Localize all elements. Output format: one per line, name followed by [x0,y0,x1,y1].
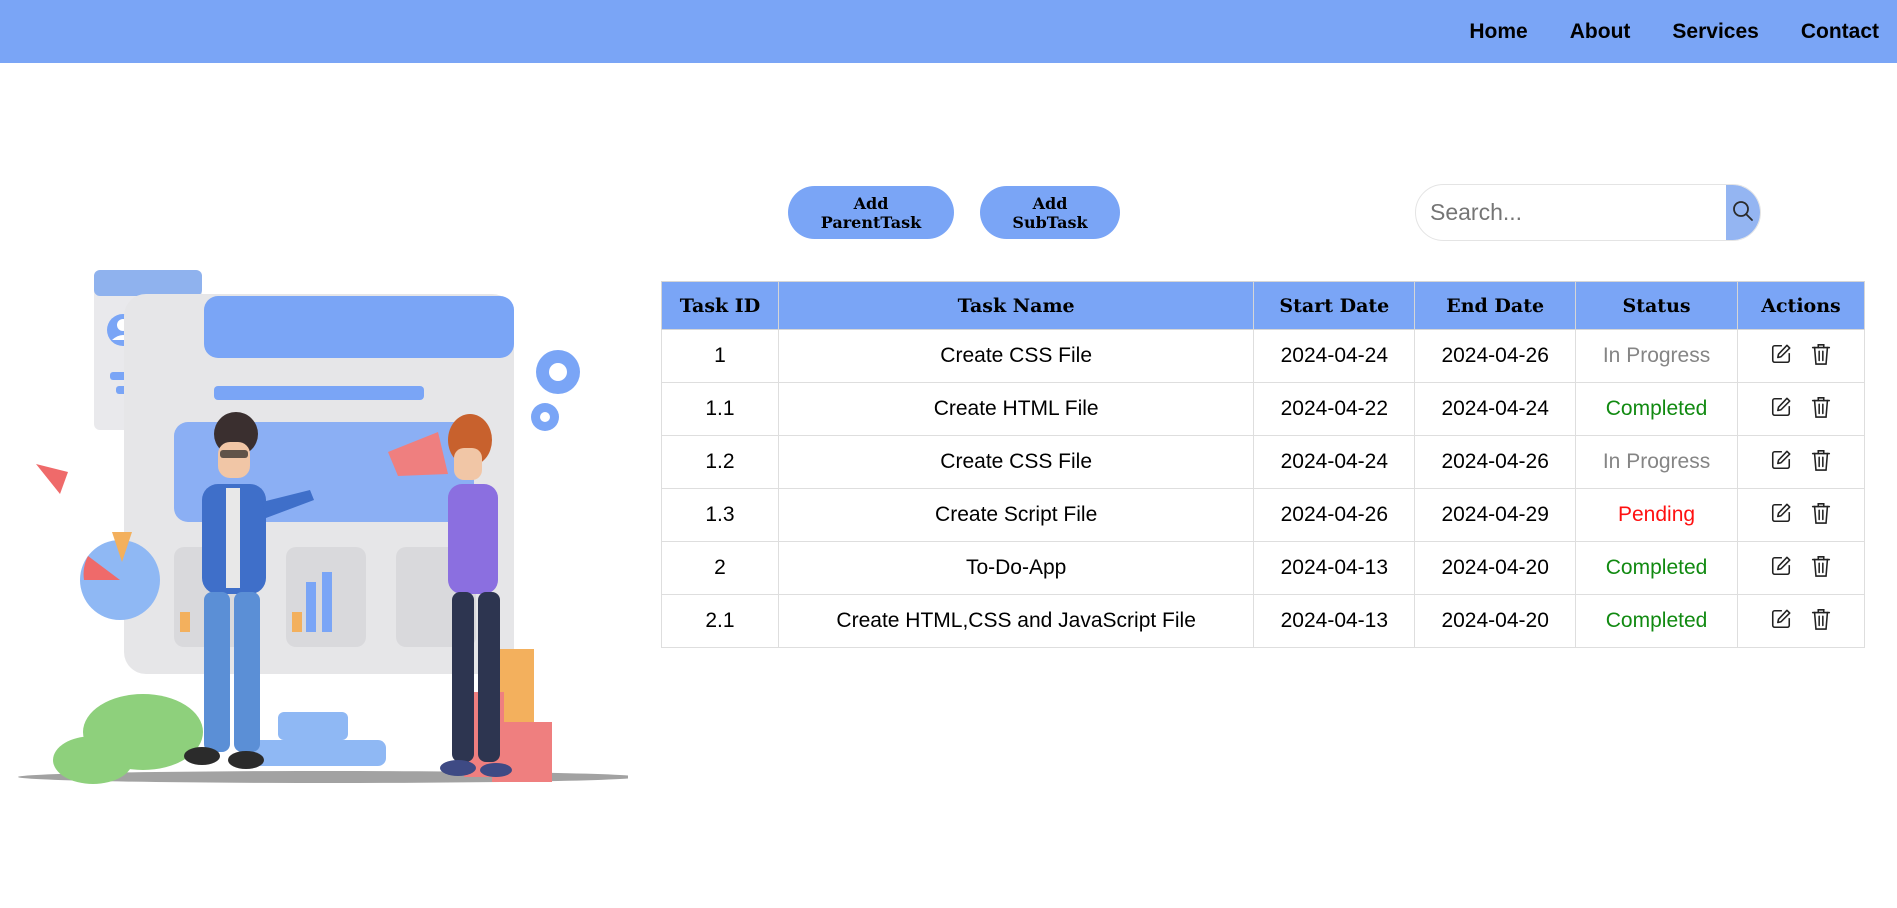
start-date-cell: 2024-04-13 [1253,594,1416,648]
task-id-cell: 2.1 [661,594,779,648]
col-header-task-name[interactable]: Task Name [777,281,1255,330]
task-name-cell: Create Script File [777,488,1255,542]
table-row: 1.2 Create CSS File 2024-04-24 2024-04-2… [661,435,1865,489]
start-date-cell: 2024-04-24 [1253,435,1416,489]
col-header-actions: Actions [1737,281,1865,330]
status-cell: In Progress [1575,329,1738,383]
task-id-cell: 2 [661,541,779,595]
table-header-row: Task ID Task Name Start Date End Date St… [661,281,1865,330]
top-navbar: Home About Services Contact [0,0,1897,63]
edit-icon[interactable] [1770,502,1792,524]
table-row: 1.1 Create HTML File 2024-04-22 2024-04-… [661,382,1865,436]
edit-icon[interactable] [1770,343,1792,365]
add-subtask-button[interactable]: Add SubTask [980,186,1120,239]
edit-icon[interactable] [1770,555,1792,577]
start-date-cell: 2024-04-26 [1253,488,1416,542]
actions-cell [1737,435,1865,489]
edit-icon[interactable] [1770,449,1792,471]
status-cell: Completed [1575,594,1738,648]
task-id-cell: 1.1 [661,382,779,436]
task-name-cell: Create CSS File [777,329,1255,383]
add-parent-task-button[interactable]: Add ParentTask [788,186,954,239]
search-input[interactable] [1416,185,1726,240]
hero-illustration [18,270,628,784]
task-table-body: 1 Create CSS File 2024-04-24 2024-04-26 … [661,329,1865,648]
search-icon [1731,199,1755,226]
col-header-task-id[interactable]: Task ID [661,281,779,330]
col-header-end-date[interactable]: End Date [1414,281,1577,330]
actions-cell [1737,594,1865,648]
status-cell: Pending [1575,488,1738,542]
trash-icon[interactable] [1810,342,1832,366]
task-name-cell: Create CSS File [777,435,1255,489]
col-header-start-date[interactable]: Start Date [1253,281,1416,330]
task-id-cell: 1 [661,329,779,383]
trash-icon[interactable] [1810,554,1832,578]
nav-home-link[interactable]: Home [1469,20,1527,44]
trash-icon[interactable] [1810,395,1832,419]
task-table: Task ID Task Name Start Date End Date St… [661,281,1865,648]
search-button[interactable] [1726,185,1760,240]
actions-cell [1737,382,1865,436]
table-row: 1.3 Create Script File 2024-04-26 2024-0… [661,488,1865,542]
actions-cell [1737,329,1865,383]
task-name-cell: Create HTML File [777,382,1255,436]
col-header-status[interactable]: Status [1575,281,1738,330]
end-date-cell: 2024-04-20 [1414,594,1577,648]
task-id-cell: 1.2 [661,435,779,489]
trash-icon[interactable] [1810,448,1832,472]
edit-icon[interactable] [1770,396,1792,418]
start-date-cell: 2024-04-22 [1253,382,1416,436]
end-date-cell: 2024-04-20 [1414,541,1577,595]
task-id-cell: 1.3 [661,488,779,542]
end-date-cell: 2024-04-26 [1414,435,1577,489]
table-row: 1 Create CSS File 2024-04-24 2024-04-26 … [661,329,1865,383]
nav-links: Home About Services Contact [1469,0,1897,63]
edit-icon[interactable] [1770,608,1792,630]
end-date-cell: 2024-04-24 [1414,382,1577,436]
nav-about-link[interactable]: About [1570,20,1631,44]
table-row: 2 To-Do-App 2024-04-13 2024-04-20 Comple… [661,541,1865,595]
task-name-cell: To-Do-App [777,541,1255,595]
actions-cell [1737,541,1865,595]
actions-cell [1737,488,1865,542]
nav-services-link[interactable]: Services [1672,20,1758,44]
status-cell: In Progress [1575,435,1738,489]
status-cell: Completed [1575,541,1738,595]
search-bar [1415,184,1761,241]
trash-icon[interactable] [1810,607,1832,631]
start-date-cell: 2024-04-24 [1253,329,1416,383]
nav-contact-link[interactable]: Contact [1801,20,1879,44]
end-date-cell: 2024-04-26 [1414,329,1577,383]
table-row: 2.1 Create HTML,CSS and JavaScript File … [661,594,1865,648]
start-date-cell: 2024-04-13 [1253,541,1416,595]
end-date-cell: 2024-04-29 [1414,488,1577,542]
task-name-cell: Create HTML,CSS and JavaScript File [777,594,1255,648]
trash-icon[interactable] [1810,501,1832,525]
status-cell: Completed [1575,382,1738,436]
